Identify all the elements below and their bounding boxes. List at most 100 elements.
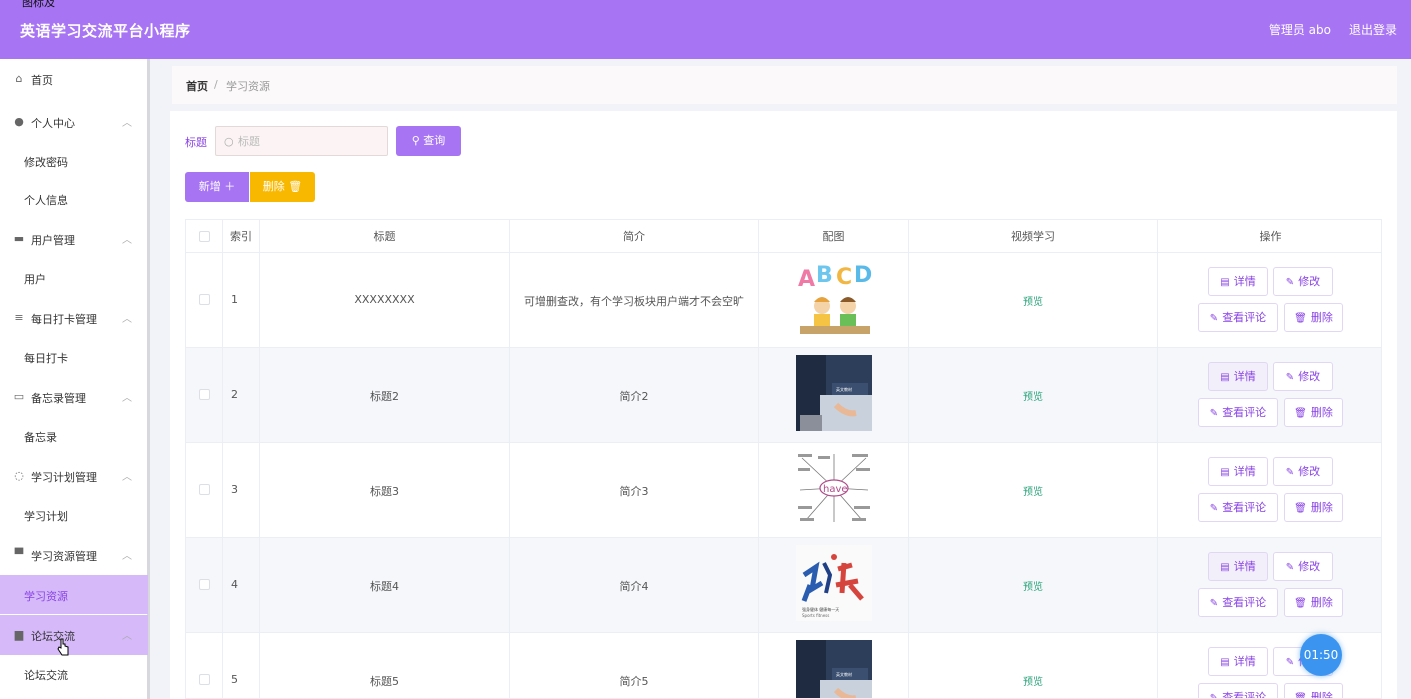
chevron-up-icon: ︿ [122,235,132,246]
select-all-checkbox[interactable] [199,231,210,242]
breadcrumb-separator: / [214,78,218,91]
sidebar-item-checkin-management[interactable]: ≡ 每日打卡管理 ︿ [0,298,148,338]
video-preview-link[interactable]: 预览 [909,578,1157,593]
column-video: 视频学习 [909,220,1158,253]
edit-icon: ✎ [1209,313,1219,324]
logout-button[interactable]: 退出登录 [1349,21,1397,38]
delete-button[interactable]: 🗑 删除 [1284,493,1343,522]
sidebar-item-personal-info[interactable]: 个人信息 [0,179,148,218]
row-checkbox[interactable] [199,389,210,400]
video-preview-link[interactable]: 预览 [909,483,1157,498]
detail-button[interactable]: ▤ 详情 [1208,457,1268,486]
delete-button[interactable]: 🗑 删除 [1284,683,1343,698]
add-button[interactable]: 新增 ＋ [185,172,249,202]
row-index: 1 [231,293,238,306]
chevron-up-icon: ︿ [122,314,132,325]
chevron-up-icon: ︿ [122,472,132,483]
sidebar-item-plan[interactable]: 学习计划 [0,495,148,534]
sidebar-item-change-password[interactable]: 修改密码 [0,141,148,180]
current-user: 管理员 abo [1268,23,1331,37]
detail-button[interactable]: ▤ 详情 [1208,267,1268,296]
row-checkbox[interactable] [199,674,210,685]
edit-icon: ✎ [1285,277,1295,288]
sidebar-item-home[interactable]: ⌂ 首页 [0,59,148,99]
svg-text:英文教材: 英文教材 [836,671,852,677]
row-image[interactable]: have [796,450,872,526]
edit-icon: ✎ [1209,598,1219,609]
video-preview-link[interactable]: 预览 [909,388,1157,403]
view-comments-button[interactable]: ✎ 查看评论 [1198,493,1278,522]
detail-button[interactable]: ▤ 详情 [1208,647,1268,676]
chevron-up-icon: ︿ [122,393,132,404]
edit-button[interactable]: ✎修改 [1273,552,1333,581]
search-box[interactable]: ○ [215,126,388,156]
row-image[interactable]: 英文教材 [796,640,872,698]
breadcrumb-home[interactable]: 首页 [186,78,208,94]
row-title: 标题2 [370,390,399,403]
trash-icon: 🗑 [1294,598,1307,609]
batch-delete-button[interactable]: 删除 🗑 [250,172,315,202]
edit-icon: ✎ [1285,467,1295,478]
search-label: 标题 [185,136,207,149]
row-checkbox[interactable] [199,579,210,590]
svg-text:强身健体 健康每一天: 强身健体 健康每一天 [802,606,839,612]
row-image[interactable]: ABCD [796,260,872,336]
sidebar-item-memo[interactable]: 备忘录 [0,416,148,455]
breadcrumb-current: 学习资源 [226,80,270,93]
sidebar-item-users[interactable]: 用户 [0,258,148,297]
detail-button[interactable]: ▤ 详情 [1208,552,1268,581]
view-comments-button[interactable]: ✎ 查看评论 [1198,588,1278,617]
view-comments-button[interactable]: ✎ 查看评论 [1198,398,1278,427]
trash-icon: 🗑 [1294,503,1307,514]
top-bar: 图标及 英语学习交流平台小程序 管理员 abo 退出登录 [0,0,1411,59]
id-card-icon: ▬ [13,232,25,245]
edit-icon: ✎ [1209,408,1219,419]
timer-badge[interactable]: 01:50 [1300,634,1342,676]
folder-icon: ▀ [14,548,24,561]
svg-text:A: A [798,267,815,292]
row-title: 标题5 [370,675,399,688]
view-comments-button[interactable]: ✎ 查看评论 [1198,683,1278,699]
sidebar-item-resource-management[interactable]: ▀ 学习资源管理 ︿ [0,535,148,575]
row-checkbox[interactable] [199,294,210,305]
edit-icon: ✎ [1209,503,1219,514]
edit-icon: ✎ [1209,693,1219,699]
resources-table: 索引 标题 简介 配图 视频学习 操作 1 XXXXXXXX 可增删查改，有个学习板… [185,219,1382,699]
sidebar-item-memo-management[interactable]: ▭ 备忘录管理 ︿ [0,377,148,417]
view-comments-button[interactable]: ✎ 查看评论 [1198,303,1278,332]
document-icon: ▤ [1220,562,1230,573]
row-image[interactable]: 强身健体 健康每一天 Sports fitness [796,545,872,621]
detail-button[interactable]: ▤ 详情 [1208,362,1268,391]
row-title: XXXXXXXX [354,293,415,306]
delete-button[interactable]: 🗑 删除 [1284,303,1343,332]
query-button[interactable]: ⚲ 查询 [396,126,461,156]
app-title: 英语学习交流平台小程序 [20,22,191,40]
column-image: 配图 [759,220,909,253]
table-row: 3 标题3 简介3 have 预览 ▤ 详情 ✎ 修改 ✎ 查看评论 🗑 删除 [186,443,1381,538]
row-intro: 简介5 [619,675,649,688]
sidebar-item-personal-center[interactable]: ● 个人中心 ︿ [0,102,148,142]
column-actions: 操作 [1259,230,1282,243]
video-preview-link[interactable]: 预览 [909,293,1157,308]
sidebar-item-plan-management[interactable]: ◌ 学习计划管理 ︿ [0,456,148,496]
sidebar-item-user-management[interactable]: ▬ 用户管理 ︿ [0,219,148,259]
list-icon: ≡ [14,311,24,324]
video-preview-link[interactable]: 预览 [909,673,1157,688]
column-title: 标题 [260,220,510,253]
sidebar-item-checkin[interactable]: 每日打卡 [0,337,148,376]
sidebar-item-forum-management[interactable]: ▆ 论坛交流 ︿ [0,615,148,655]
edit-button[interactable]: ✎修改 [1273,267,1333,296]
sidebar-item-forum[interactable]: 论坛交流 [0,654,148,693]
edit-button[interactable]: ✎修改 [1273,362,1333,391]
row-intro: 简介2 [619,390,649,403]
edit-button[interactable]: ✎修改 [1273,457,1333,486]
row-index: 5 [231,673,238,686]
row-image[interactable]: 英文教材 [796,355,872,431]
search-input[interactable] [238,133,383,149]
delete-button[interactable]: 🗑 删除 [1284,588,1343,617]
row-checkbox[interactable] [199,484,210,495]
column-index: 索引 [223,220,260,253]
delete-button[interactable]: 🗑 删除 [1284,398,1343,427]
corner-text: 图标及 [22,0,55,9]
sidebar-item-resources[interactable]: 学习资源 [0,575,148,614]
